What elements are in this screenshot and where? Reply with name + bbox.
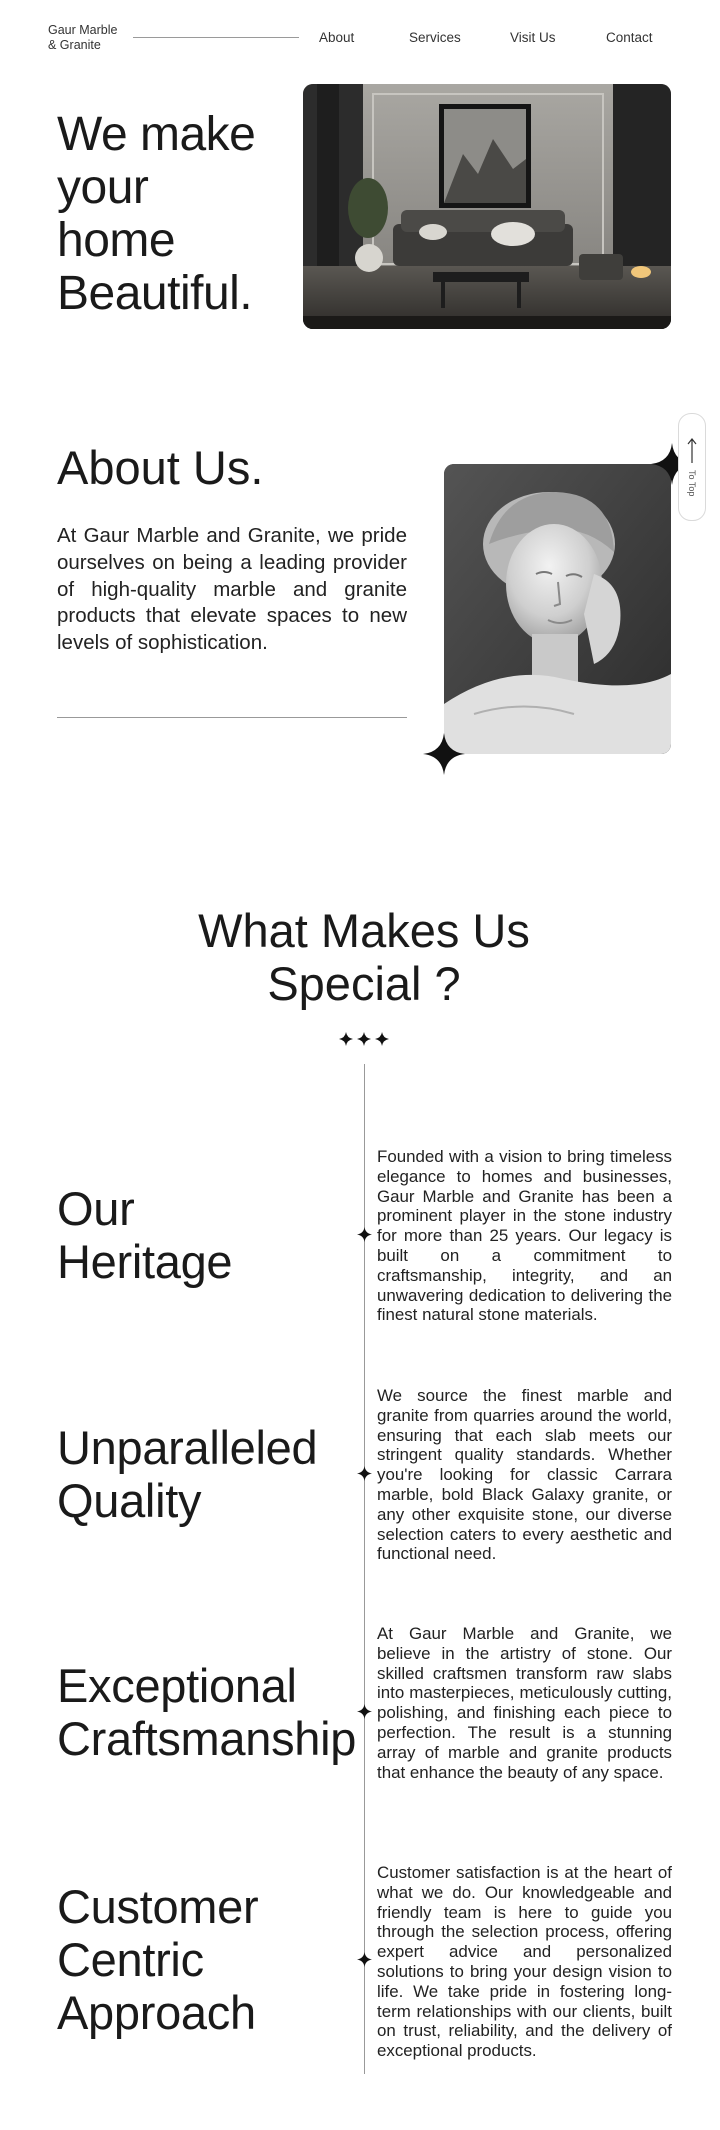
about-title: About Us. [57, 441, 264, 494]
hero-title-line: We make [57, 108, 256, 161]
top-nav: Gaur Marble & Granite About Services Vis… [0, 0, 720, 72]
nav-link-contact[interactable]: Contact [606, 30, 653, 45]
section-title-customer-centric: Customer Centric Approach [57, 1880, 259, 2039]
timeline-star-icon [357, 1466, 372, 1481]
logo[interactable]: Gaur Marble & Granite [48, 23, 117, 53]
hero-title-line: Beautiful. [57, 267, 253, 320]
section-title-line: Centric [57, 1933, 204, 1986]
nav-link-about[interactable]: About [319, 30, 354, 45]
hero-title-line: your [57, 161, 149, 214]
hero-title: We make your home Beautiful. [57, 108, 256, 320]
sparkle-star-icon [423, 733, 465, 775]
nav-link-services[interactable]: Services [409, 30, 461, 45]
logo-line-2: & Granite [48, 38, 101, 52]
special-title: What Makes Us Special ? [0, 904, 720, 1010]
to-top-button[interactable]: To Top [678, 413, 706, 521]
section-text-craftsmanship: At Gaur Marble and Granite, we believe i… [377, 1624, 672, 1782]
section-title-quality: Unparalleled Quality [57, 1421, 318, 1527]
nav-divider [133, 37, 299, 38]
about-divider [57, 717, 407, 718]
special-title-line: What Makes Us [198, 904, 530, 957]
section-title-line: Our [57, 1182, 135, 1235]
nav-link-visit-us[interactable]: Visit Us [510, 30, 556, 45]
about-description: At Gaur Marble and Granite, we pride our… [57, 524, 407, 655]
arrow-up-icon [687, 437, 697, 463]
section-title-line: Customer [57, 1880, 259, 1933]
decorative-stars-icon [339, 1032, 389, 1046]
section-text-quality: We source the finest marble and granite … [377, 1386, 672, 1564]
timeline-line [364, 1064, 365, 2074]
statue-image [444, 464, 671, 754]
section-title-line: Unparalleled [57, 1421, 318, 1474]
section-title-line: Craftsmanship [57, 1712, 357, 1765]
section-title-line: Exceptional [57, 1659, 297, 1712]
section-text-customer-centric: Customer satisfaction is at the heart of… [377, 1863, 672, 2061]
section-title-line: Heritage [57, 1235, 233, 1288]
hero-living-room-image [303, 84, 671, 329]
to-top-label: To Top [687, 469, 697, 497]
section-title-line: Approach [57, 1986, 256, 2039]
timeline-star-icon [357, 1704, 372, 1719]
section-title-craftsmanship: Exceptional Craftsmanship [57, 1659, 356, 1765]
logo-line-1: Gaur Marble [48, 23, 118, 37]
hero-title-line: home [57, 214, 176, 267]
section-text-heritage: Founded with a vision to bring timeless … [377, 1147, 672, 1325]
section-title-line: Quality [57, 1474, 202, 1527]
section-title-heritage: Our Heritage [57, 1182, 233, 1288]
special-title-line: Special ? [267, 957, 461, 1010]
timeline-star-icon [357, 1227, 372, 1242]
timeline-star-icon [357, 1952, 372, 1967]
